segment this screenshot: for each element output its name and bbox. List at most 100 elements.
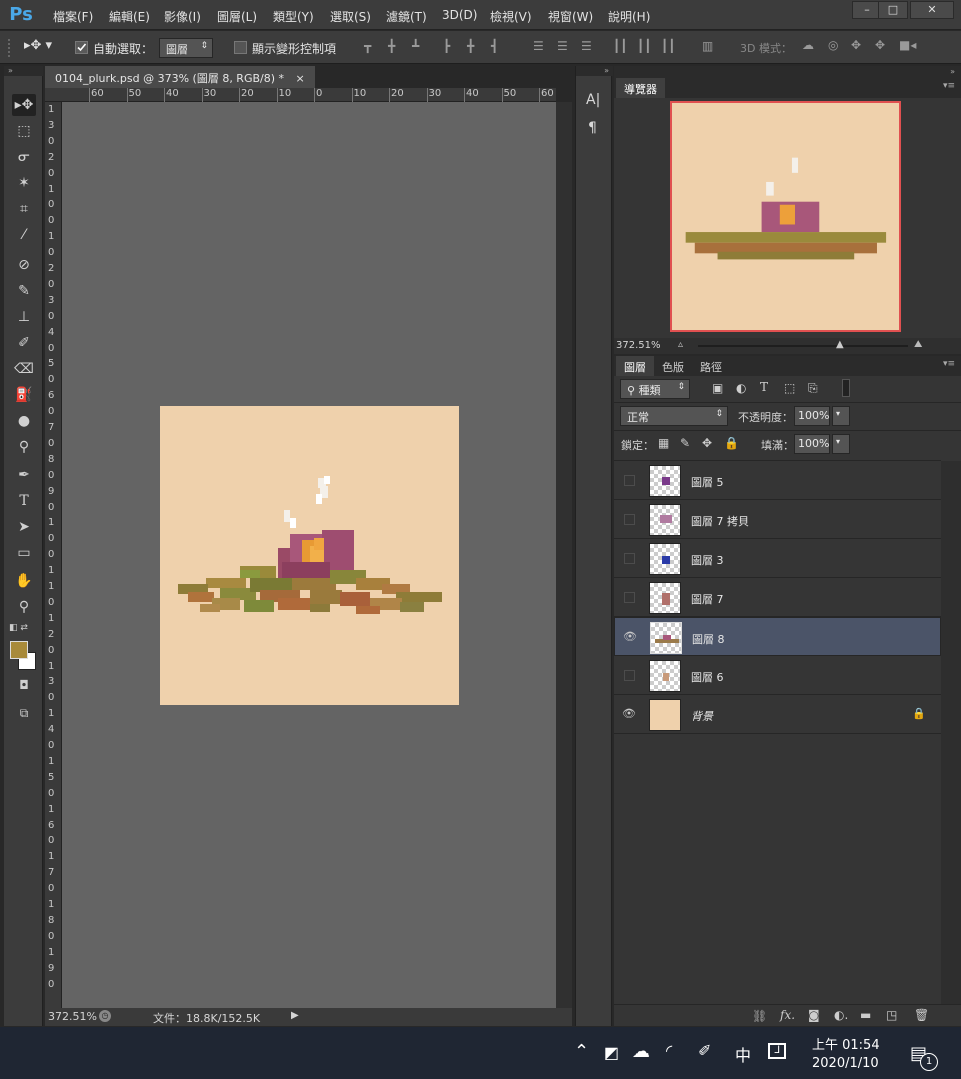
move-tool-preset-icon[interactable]: ▸✥ ▾	[24, 38, 52, 53]
zoom-readout[interactable]: 372.51%	[48, 1010, 97, 1023]
lock-position-icon[interactable]: ✥	[702, 436, 712, 450]
panel-menu-icon[interactable]: ▾≡	[943, 81, 955, 91]
navigator-preview[interactable]	[670, 101, 901, 332]
marquee-tool-icon[interactable]: ⬚	[12, 120, 36, 142]
layer-row[interactable]: 圖層 5	[614, 461, 941, 500]
character-panel-icon[interactable]: A|	[586, 92, 600, 108]
collapse-icon[interactable]: »	[4, 66, 43, 76]
layer-row[interactable]: 👁 背景 🔒	[614, 695, 941, 734]
magic-wand-tool-icon[interactable]: ✶	[12, 172, 36, 194]
zoom-slider-thumb[interactable]: ▲	[836, 339, 844, 350]
distribute-top-icon[interactable]: ☰	[533, 39, 544, 53]
quick-mask-icon[interactable]: ◘	[12, 674, 36, 696]
dodge-tool-icon[interactable]: ⚲	[12, 436, 36, 458]
pen-icon[interactable]: ✐	[698, 1041, 711, 1060]
layers-scrollbar[interactable]	[941, 461, 961, 1004]
zoom-out-icon[interactable]: ▵	[678, 339, 683, 350]
visibility-toggle[interactable]	[624, 670, 635, 681]
cloud-icon[interactable]: ☁	[632, 1041, 650, 1062]
menu-file[interactable]: 檔案(F)	[53, 8, 93, 25]
menu-type[interactable]: 類型(Y)	[273, 8, 314, 25]
menu-select[interactable]: 選取(S)	[330, 8, 371, 25]
tab-navigator[interactable]: 導覽器	[616, 78, 665, 98]
screen-mode-icon[interactable]: ⧉	[12, 702, 36, 724]
align-right-icon[interactable]: ┫	[491, 39, 498, 53]
clock-date[interactable]: 2020/1/10	[812, 1056, 879, 1071]
opacity-dropdown-arrow-icon[interactable]: ▾	[832, 406, 850, 426]
zoom-slider-track[interactable]	[698, 345, 908, 347]
dock-collapse-icon[interactable]: »	[576, 66, 613, 76]
layer-style-icon[interactable]: fx.	[780, 1008, 795, 1022]
chevron-up-icon[interactable]: ⌃	[574, 1041, 589, 1062]
paint-bucket-tool-icon[interactable]: ⛽	[12, 384, 36, 406]
status-icon[interactable]: ◷	[99, 1010, 111, 1022]
layer-row[interactable]: 圖層 3	[614, 539, 941, 578]
distribute-left-icon[interactable]: ┃┃	[613, 39, 627, 53]
menu-edit[interactable]: 編輯(E)	[109, 8, 150, 25]
menu-window[interactable]: 視窗(W)	[548, 8, 593, 25]
healing-brush-tool-icon[interactable]: ⊘	[12, 254, 36, 276]
menu-layer[interactable]: 圖層(L)	[217, 8, 257, 25]
link-layers-icon[interactable]: ⛓	[752, 1009, 767, 1023]
close-button[interactable]: ✕	[910, 1, 954, 19]
default-colors-icon[interactable]: ◧ ⇄	[9, 623, 28, 633]
fill-input[interactable]: 100%	[794, 434, 830, 454]
layer-name[interactable]: 圖層 5	[691, 474, 724, 490]
align-vcenter-icon[interactable]: ╋	[388, 39, 395, 53]
visibility-toggle[interactable]	[624, 514, 635, 525]
path-selection-tool-icon[interactable]: ➤	[12, 516, 36, 538]
layers-menu-icon[interactable]: ▾≡	[943, 359, 955, 369]
document-canvas[interactable]	[160, 406, 459, 705]
navigator-zoom-readout[interactable]: 372.51%	[616, 340, 661, 351]
canvas-vertical-scrollbar[interactable]	[556, 102, 572, 1008]
brush-tool-icon[interactable]: ✎	[12, 280, 36, 302]
zoom-tool-icon[interactable]: ⚲	[12, 596, 36, 618]
align-top-icon[interactable]: ┳	[364, 39, 371, 53]
layer-row-selected[interactable]: 👁 圖層 8	[614, 617, 941, 656]
shape-tool-icon[interactable]: ▭	[12, 542, 36, 564]
panel-collapse-icon[interactable]: »	[614, 66, 961, 78]
clone-stamp-tool-icon[interactable]: ⊥	[12, 306, 36, 328]
add-mask-icon[interactable]: ◙	[808, 1008, 820, 1022]
new-group-icon[interactable]: ▬	[860, 1008, 871, 1022]
filter-pixel-icon[interactable]: ▣	[712, 381, 723, 395]
delete-layer-icon[interactable]: 🗑	[914, 1008, 929, 1022]
layer-row[interactable]: 圖層 7 拷貝	[614, 500, 941, 539]
visibility-toggle[interactable]	[624, 475, 635, 486]
filter-smart-object-icon[interactable]: ⎘	[808, 381, 818, 396]
menu-help[interactable]: 說明(H)	[608, 8, 650, 25]
show-transform-checkbox[interactable]	[234, 41, 247, 54]
3d-pan-icon[interactable]: ✥	[851, 38, 861, 52]
document-tab[interactable]: 0104_plurk.psd @ 373% (圖層 8, RGB/8) * ×	[45, 66, 315, 88]
3d-scale-icon[interactable]: ■◂	[899, 38, 916, 52]
foreground-color-swatch[interactable]	[10, 641, 28, 659]
align-bottom-icon[interactable]: ┻	[412, 39, 419, 53]
opacity-input[interactable]: 100%	[794, 406, 830, 426]
blur-tool-icon[interactable]: ●	[12, 410, 36, 432]
tab-layers[interactable]: 圖層	[616, 356, 654, 376]
distribute-bottom-icon[interactable]: ☰	[581, 39, 592, 53]
menu-view[interactable]: 檢視(V)	[490, 8, 532, 25]
visibility-toggle[interactable]	[624, 553, 635, 564]
lock-all-icon[interactable]: 🔒	[724, 436, 739, 450]
auto-align-icon[interactable]: ▥	[702, 39, 713, 53]
menu-image[interactable]: 影像(I)	[164, 8, 201, 25]
layer-name[interactable]: 圖層 3	[691, 552, 724, 568]
pen-tool-icon[interactable]: ✒	[12, 464, 36, 486]
3d-rotate-icon[interactable]: ☁	[802, 38, 814, 52]
tab-channels[interactable]: 色版	[654, 356, 692, 376]
antivirus-icon[interactable]: ◩	[604, 1043, 619, 1062]
wifi-icon[interactable]: ◜	[666, 1041, 672, 1060]
distribute-right-icon[interactable]: ┃┃	[661, 39, 675, 53]
blend-mode-dropdown[interactable]: 正常 ⇕	[620, 406, 728, 426]
layer-name[interactable]: 圖層 7 拷貝	[691, 513, 749, 529]
lasso-tool-icon[interactable]: ᓂ	[12, 146, 36, 168]
zoom-in-icon[interactable]: ⛰	[914, 339, 922, 350]
layer-row[interactable]: 圖層 6	[614, 656, 941, 695]
close-tab-icon[interactable]: ×	[296, 72, 305, 85]
3d-slide-icon[interactable]: ✥	[875, 38, 885, 52]
align-left-icon[interactable]: ┣	[443, 39, 450, 53]
filter-adjustment-icon[interactable]: ◐	[736, 381, 746, 395]
layer-name[interactable]: 圖層 6	[691, 669, 724, 685]
type-tool-icon[interactable]: T	[12, 490, 36, 512]
